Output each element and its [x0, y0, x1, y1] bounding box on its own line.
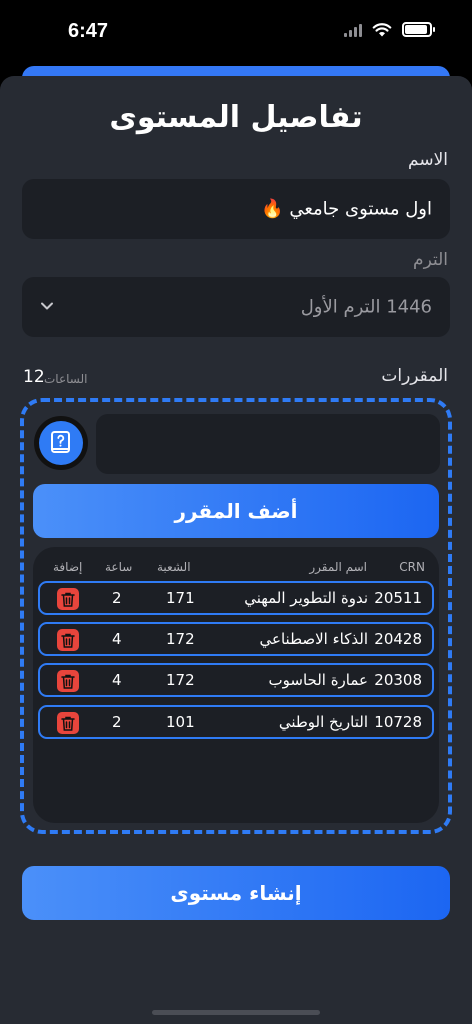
- table-row: 20308 عمارة الحاسوب 172 4: [38, 663, 434, 697]
- status-bar: 6:47: [0, 0, 472, 64]
- row-section: 171: [166, 589, 195, 607]
- row-crn: 20308: [374, 671, 422, 689]
- column-header-hours: ساعة: [105, 560, 133, 574]
- delete-course-button[interactable]: [57, 670, 79, 692]
- status-time: 6:47: [68, 20, 109, 42]
- row-hours: 4: [112, 630, 122, 648]
- name-label: الاسم: [408, 150, 448, 170]
- row-course-name: ندوة التطوير المهني: [244, 589, 368, 607]
- page-title: تفاصيل المستوى: [109, 100, 363, 135]
- column-header-name: اسم المقرر: [309, 560, 367, 574]
- column-header-action: إضافة: [53, 560, 83, 574]
- cellular-signal-icon: [344, 23, 362, 37]
- table-row: 20511 ندوة التطوير المهني 171 2: [38, 581, 434, 615]
- row-section: 101: [166, 713, 195, 731]
- chevron-down-icon: [41, 302, 53, 310]
- trash-icon: [61, 674, 75, 689]
- column-header-section: الشعبة: [157, 560, 191, 574]
- courses-label: المقررات: [381, 366, 448, 386]
- battery-icon: [402, 22, 435, 37]
- term-label: الترم: [413, 250, 448, 270]
- row-crn: 20428: [374, 630, 422, 648]
- create-level-button[interactable]: إنشاء مستوى: [22, 866, 450, 920]
- delete-course-button[interactable]: [57, 629, 79, 651]
- status-icons: [344, 22, 435, 37]
- table-row: 10728 التاريخ الوطني 101 2: [38, 705, 434, 739]
- row-course-name: عمارة الحاسوب: [268, 671, 369, 689]
- term-select-value: 1446 الترم الأول: [300, 296, 432, 318]
- course-icon-button[interactable]: [34, 416, 88, 470]
- row-hours: 2: [112, 589, 122, 607]
- row-hours: 4: [112, 671, 122, 689]
- row-course-name: التاريخ الوطني: [278, 713, 368, 731]
- add-course-button[interactable]: أضف المقرر: [33, 484, 439, 538]
- delete-course-button[interactable]: [57, 712, 79, 734]
- hours-label: الساعات: [44, 372, 88, 386]
- courses-table: CRN اسم المقرر الشعبة ساعة إضافة 20511 ن…: [33, 547, 439, 823]
- term-select[interactable]: 1446 الترم الأول: [22, 277, 450, 337]
- row-crn: 20511: [374, 589, 422, 607]
- table-row: 20428 الذكاء الاصطناعي 172 4: [38, 622, 434, 656]
- delete-course-button[interactable]: [57, 588, 79, 610]
- wifi-icon: [372, 23, 392, 37]
- trash-icon: [61, 716, 75, 731]
- row-crn: 10728: [374, 713, 422, 731]
- home-indicator[interactable]: [152, 1010, 320, 1015]
- trash-icon: [61, 633, 75, 648]
- row-section: 172: [166, 671, 195, 689]
- row-course-name: الذكاء الاصطناعي: [259, 630, 368, 648]
- course-input[interactable]: [96, 414, 440, 474]
- name-field[interactable]: اول مستوى جامعي 🔥: [22, 179, 450, 239]
- book-question-icon: [51, 431, 70, 453]
- trash-icon: [61, 592, 75, 607]
- row-hours: 2: [112, 713, 122, 731]
- hours-value: 12: [23, 367, 45, 387]
- column-header-crn: CRN: [399, 560, 425, 574]
- row-section: 172: [166, 630, 195, 648]
- name-field-value: اول مستوى جامعي 🔥: [261, 198, 432, 220]
